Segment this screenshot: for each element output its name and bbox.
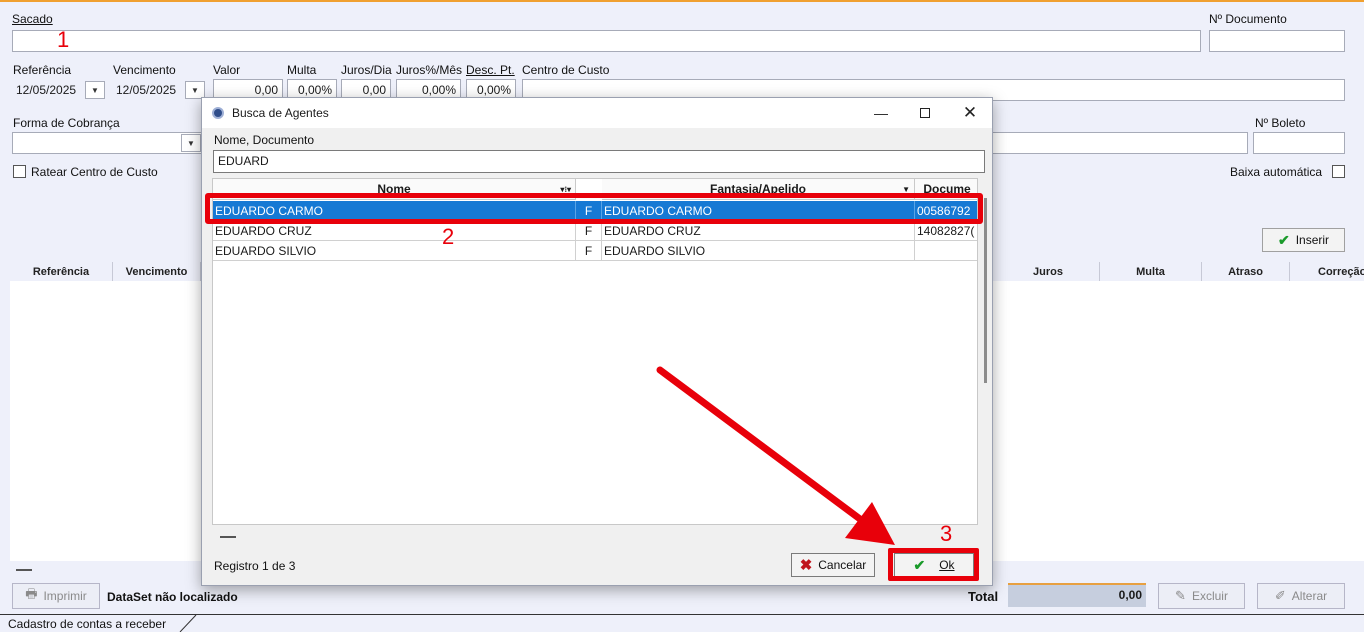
- cell-documento: [915, 241, 977, 261]
- referencia-value: 12/05/2025: [16, 83, 77, 97]
- referencia-dropdown-icon[interactable]: ▼: [85, 81, 105, 99]
- total-label: Total: [968, 589, 999, 604]
- col-juros[interactable]: Juros: [997, 262, 1100, 281]
- nro-documento-input[interactable]: [1209, 30, 1345, 52]
- sacado-input[interactable]: [12, 30, 1201, 52]
- cell-fantasia: EDUARDO SILVIO: [602, 241, 915, 261]
- col-correcao[interactable]: Correção: [1290, 262, 1364, 281]
- ratear-label: Ratear Centro de Custo: [31, 165, 158, 179]
- inserir-label: Inserir: [1295, 233, 1330, 247]
- baixa-automatica-checkbox[interactable]: [1332, 165, 1345, 178]
- col-atraso[interactable]: Atraso: [1202, 262, 1290, 281]
- grid-splitter[interactable]: [16, 569, 32, 571]
- baixa-automatica-label: Baixa automática: [1230, 165, 1323, 179]
- col-referencia[interactable]: Referência: [10, 262, 113, 281]
- cell-tipo: F: [576, 241, 602, 261]
- status-bar-text: Cadastro de contas a receber: [8, 617, 167, 631]
- registro-count: Registro 1 de 3: [214, 559, 296, 573]
- forma-cobranca-dropdown-icon[interactable]: ▼: [181, 134, 201, 152]
- annotation-highlight-row: [205, 193, 983, 224]
- alterar-label: Alterar: [1291, 589, 1328, 603]
- table-row[interactable]: EDUARDO SILVIO F EDUARDO SILVIO: [213, 241, 977, 261]
- cell-nome: EDUARDO SILVIO: [213, 241, 576, 261]
- desc-pt-label: Desc. Pt.: [466, 63, 515, 77]
- nro-documento-label: Nº Documento: [1209, 12, 1287, 26]
- top-accent-line: [0, 0, 1364, 2]
- forma-cobranca-label: Forma de Cobrança: [13, 116, 120, 130]
- forma-cobranca-select[interactable]: [12, 132, 202, 154]
- imprimir-button[interactable]: 🖶 Imprimir: [12, 583, 100, 609]
- multa-label: Multa: [287, 63, 317, 77]
- juros-dia-label: Juros/Dia: [341, 63, 392, 77]
- search-input[interactable]: EDUARD: [213, 150, 985, 173]
- forma-cobranca-extra-input[interactable]: [985, 132, 1248, 154]
- excluir-button[interactable]: ✎ Excluir: [1158, 583, 1245, 609]
- excluir-label: Excluir: [1191, 589, 1228, 603]
- ratear-checkbox[interactable]: [13, 165, 26, 178]
- table-row[interactable]: EDUARDO CRUZ F EDUARDO CRUZ 14082827(: [213, 221, 977, 241]
- annotation-step-1: 1: [57, 27, 70, 52]
- referencia-label: Referência: [13, 63, 72, 77]
- annotation-step-3: 3: [940, 521, 953, 546]
- vencimento-label: Vencimento: [113, 63, 176, 77]
- annotation-step-2: 2: [442, 224, 455, 249]
- annotation-arrow-icon: [656, 366, 895, 545]
- cell-tipo: F: [576, 221, 602, 241]
- status-bar-separator: [179, 614, 197, 632]
- nro-boleto-label: Nº Boleto: [1255, 116, 1306, 130]
- minimize-icon[interactable]: —: [858, 98, 904, 128]
- dialog-splitter[interactable]: [220, 536, 236, 538]
- col-vencimento[interactable]: Vencimento: [113, 262, 201, 281]
- centro-custo-label: Centro de Custo: [522, 63, 610, 77]
- juros-mes-label: Juros%/Mês: [396, 63, 463, 77]
- valor-label: Valor: [213, 63, 241, 77]
- paperclip-icon: ✎: [1175, 588, 1186, 603]
- total-value: 0,00: [1008, 583, 1146, 607]
- maximize-icon[interactable]: [902, 98, 948, 128]
- dialog-title: Busca de Agentes: [232, 106, 329, 120]
- col-multa[interactable]: Multa: [1100, 262, 1202, 281]
- pencil-icon: ✐: [1274, 588, 1286, 603]
- nro-boleto-input[interactable]: [1253, 132, 1345, 154]
- imprimir-label: Imprimir: [43, 589, 87, 603]
- alterar-button[interactable]: ✐ Alterar: [1257, 583, 1345, 609]
- cell-nome: EDUARDO CRUZ: [213, 221, 576, 241]
- vencimento-value: 12/05/2025: [116, 83, 177, 97]
- check-icon: ✔: [1277, 231, 1290, 248]
- app-icon: [212, 107, 224, 119]
- close-icon[interactable]: ✕: [947, 98, 993, 128]
- sacado-label: Sacado: [12, 12, 53, 26]
- inserir-button[interactable]: ✔ Inserir: [1262, 228, 1345, 252]
- cell-fantasia: EDUARDO CRUZ: [602, 221, 915, 241]
- cancelar-label: Cancelar: [818, 558, 867, 572]
- vertical-scrollbar[interactable]: [984, 198, 987, 383]
- cell-documento: 14082827(: [917, 224, 975, 238]
- status-bar-divider: [0, 614, 1364, 615]
- dataset-status: DataSet não localizado: [107, 590, 238, 604]
- printer-icon: 🖶: [25, 586, 38, 601]
- search-label: Nome, Documento: [214, 133, 315, 147]
